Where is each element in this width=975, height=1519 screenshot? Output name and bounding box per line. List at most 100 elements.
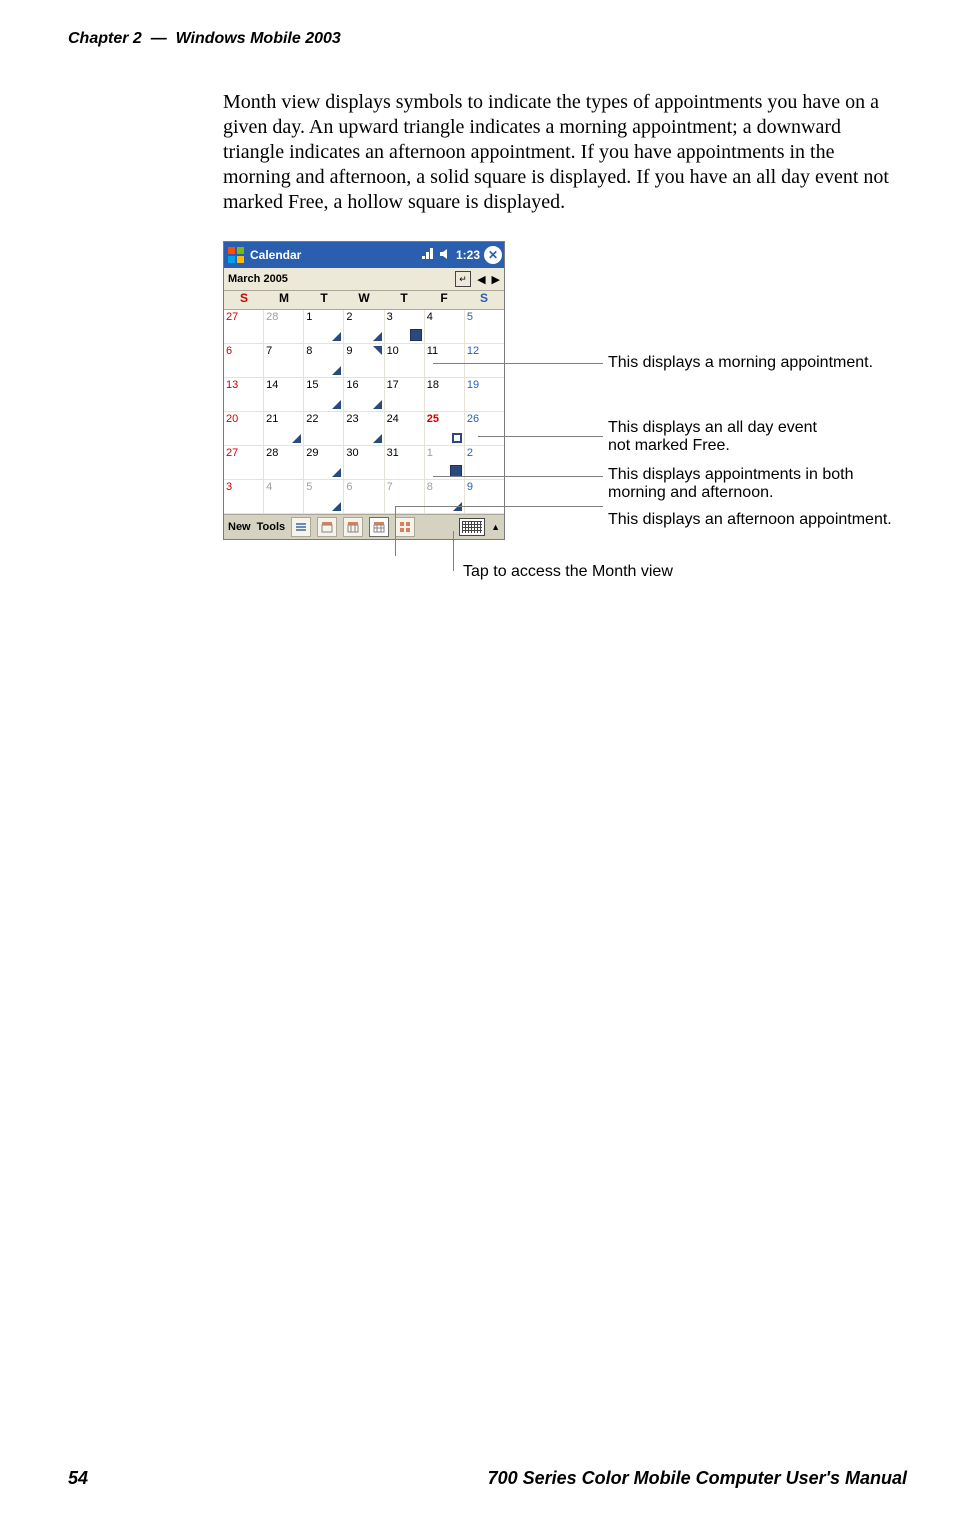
prev-month-icon[interactable]: ◀ bbox=[477, 273, 485, 286]
day-cell[interactable]: 9 bbox=[465, 480, 504, 514]
callout-both: This displays appointments in both morni… bbox=[608, 466, 853, 502]
day-cell[interactable]: 27 bbox=[224, 446, 264, 480]
leader-line bbox=[433, 476, 603, 477]
sip-menu-icon[interactable]: ▲ bbox=[491, 522, 500, 532]
day-cell[interactable]: 7 bbox=[385, 480, 425, 514]
close-icon[interactable]: ✕ bbox=[484, 246, 502, 264]
keyboard-icon[interactable] bbox=[459, 518, 485, 536]
month-bar: March 2005 ↵ ◀ ▶ bbox=[224, 268, 504, 291]
day-cell[interactable]: 4 bbox=[425, 310, 465, 344]
day-cell[interactable]: 15 bbox=[304, 378, 344, 412]
menu-new[interactable]: New bbox=[228, 521, 251, 533]
day-cell[interactable]: 13 bbox=[224, 378, 264, 412]
afternoon-appointment-icon bbox=[373, 400, 382, 409]
day-cell[interactable]: 31 bbox=[385, 446, 425, 480]
leader-line bbox=[395, 506, 603, 507]
day-cell[interactable]: 10 bbox=[385, 344, 425, 378]
month-label[interactable]: March 2005 bbox=[228, 273, 288, 285]
figure: Calendar 1:23 ✕ March 2005 ↵ ◀ ▶ bbox=[223, 241, 907, 540]
day-cell[interactable]: 27 bbox=[224, 310, 264, 344]
day-number: 29 bbox=[306, 447, 318, 459]
start-icon[interactable] bbox=[226, 245, 246, 265]
day-cell[interactable]: 5 bbox=[465, 310, 504, 344]
day-cell[interactable]: 28 bbox=[264, 446, 304, 480]
day-cell[interactable]: 11 bbox=[425, 344, 465, 378]
day-cell[interactable]: 30 bbox=[344, 446, 384, 480]
callout-afternoon: This displays an afternoon appointment. bbox=[608, 511, 892, 529]
both-appointments-icon bbox=[410, 329, 422, 341]
day-number: 7 bbox=[266, 345, 272, 357]
day-cell[interactable]: 14 bbox=[264, 378, 304, 412]
day-cell[interactable]: 19 bbox=[465, 378, 504, 412]
callout-morning: This displays a morning appointment. bbox=[608, 354, 873, 372]
view-day-icon[interactable] bbox=[317, 517, 337, 537]
day-cell[interactable]: 4 bbox=[264, 480, 304, 514]
day-cell[interactable]: 18 bbox=[425, 378, 465, 412]
callout-monthview: Tap to access the Month view bbox=[463, 563, 673, 581]
day-cell[interactable]: 8 bbox=[304, 344, 344, 378]
day-cell[interactable]: 23 bbox=[344, 412, 384, 446]
day-cell[interactable]: 25 bbox=[425, 412, 465, 446]
day-cell[interactable]: 1 bbox=[425, 446, 465, 480]
dow-header: T bbox=[384, 291, 424, 309]
day-number: 15 bbox=[306, 379, 318, 391]
day-number: 3 bbox=[226, 481, 232, 493]
connectivity-icon[interactable] bbox=[420, 247, 434, 264]
day-cell[interactable]: 29 bbox=[304, 446, 344, 480]
day-cell[interactable]: 1 bbox=[304, 310, 344, 344]
day-cell[interactable]: 12 bbox=[465, 344, 504, 378]
day-cell[interactable]: 2 bbox=[344, 310, 384, 344]
day-cell[interactable]: 6 bbox=[224, 344, 264, 378]
app-title: Calendar bbox=[250, 248, 416, 262]
day-cell[interactable]: 17 bbox=[385, 378, 425, 412]
day-number: 20 bbox=[226, 413, 238, 425]
allday-event-icon bbox=[452, 433, 462, 443]
clock[interactable]: 1:23 bbox=[456, 248, 480, 262]
goto-today-icon[interactable]: ↵ bbox=[455, 271, 471, 287]
day-number: 22 bbox=[306, 413, 318, 425]
afternoon-appointment-icon bbox=[332, 468, 341, 477]
page-footer: 54 700 Series Color Mobile Computer User… bbox=[68, 1468, 907, 1489]
day-cell[interactable]: 16 bbox=[344, 378, 384, 412]
view-year-icon[interactable] bbox=[395, 517, 415, 537]
day-number: 21 bbox=[266, 413, 278, 425]
view-month-icon[interactable] bbox=[369, 517, 389, 537]
view-week-icon[interactable] bbox=[343, 517, 363, 537]
day-cell[interactable]: 7 bbox=[264, 344, 304, 378]
day-number: 9 bbox=[346, 345, 352, 357]
day-cell[interactable]: 22 bbox=[304, 412, 344, 446]
day-cell[interactable]: 24 bbox=[385, 412, 425, 446]
device-screenshot: Calendar 1:23 ✕ March 2005 ↵ ◀ ▶ bbox=[223, 241, 505, 540]
day-number: 4 bbox=[266, 481, 272, 493]
day-cell[interactable]: 5 bbox=[304, 480, 344, 514]
day-number: 23 bbox=[346, 413, 358, 425]
day-number: 27 bbox=[226, 447, 238, 459]
afternoon-appointment-icon bbox=[373, 332, 382, 341]
dow-header: W bbox=[344, 291, 384, 309]
day-cell[interactable]: 3 bbox=[224, 480, 264, 514]
day-cell[interactable]: 2 bbox=[465, 446, 504, 480]
day-cell[interactable]: 28 bbox=[264, 310, 304, 344]
day-cell[interactable]: 9 bbox=[344, 344, 384, 378]
afternoon-appointment-icon bbox=[332, 366, 341, 375]
day-number: 8 bbox=[306, 345, 312, 357]
day-cell[interactable]: 8 bbox=[425, 480, 465, 514]
body-paragraph: Month view displays symbols to indicate … bbox=[223, 90, 907, 215]
day-cell[interactable]: 3 bbox=[385, 310, 425, 344]
page: Chapter 2 — Windows Mobile 2003 Month vi… bbox=[0, 0, 975, 1519]
title-bar[interactable]: Calendar 1:23 ✕ bbox=[224, 242, 504, 268]
view-agenda-icon[interactable] bbox=[291, 517, 311, 537]
day-number: 25 bbox=[427, 413, 439, 425]
morning-appointment-icon bbox=[373, 346, 382, 355]
next-month-icon[interactable]: ▶ bbox=[492, 273, 500, 286]
day-cell[interactable]: 21 bbox=[264, 412, 304, 446]
leader-line bbox=[395, 506, 396, 556]
day-number: 27 bbox=[226, 311, 238, 323]
leader-line bbox=[433, 363, 603, 364]
day-cell[interactable]: 26 bbox=[465, 412, 504, 446]
leader-line bbox=[478, 436, 603, 437]
menu-tools[interactable]: Tools bbox=[257, 521, 286, 533]
speaker-icon[interactable] bbox=[438, 247, 452, 264]
day-cell[interactable]: 6 bbox=[344, 480, 384, 514]
day-cell[interactable]: 20 bbox=[224, 412, 264, 446]
